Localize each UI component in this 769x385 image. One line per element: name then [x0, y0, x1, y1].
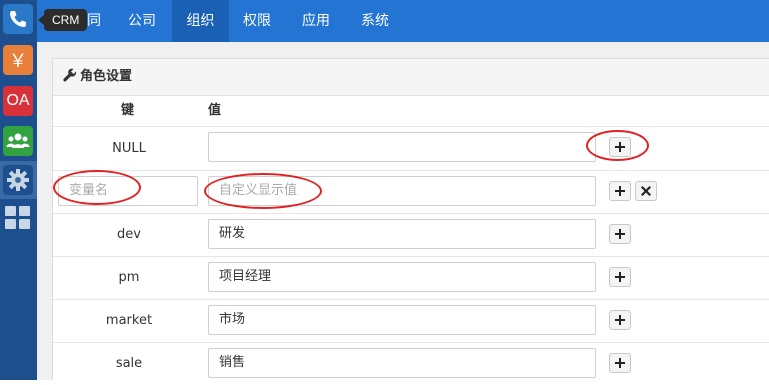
row-key: market: [105, 313, 153, 328]
nav-item-system[interactable]: 系统: [347, 0, 403, 42]
value-input[interactable]: 市场: [208, 305, 596, 335]
add-button[interactable]: [609, 353, 631, 373]
app-sidebar: ￥ OA: [0, 0, 37, 380]
row-key: pm: [118, 270, 140, 285]
table-header: 键 值: [53, 96, 769, 127]
table-row: sale 销售: [53, 343, 769, 385]
nav-item-apps[interactable]: 应用: [288, 0, 344, 42]
remove-button[interactable]: [635, 181, 657, 201]
apps-grid-icon[interactable]: [3, 203, 33, 233]
table-row: market 市场: [53, 300, 769, 343]
value-input[interactable]: 项目经理: [208, 262, 596, 292]
yen-icon[interactable]: ￥: [3, 45, 33, 75]
panel-title: 角色设置: [80, 69, 133, 84]
variable-name-input[interactable]: 变量名: [58, 176, 198, 206]
phone-icon[interactable]: [3, 4, 33, 34]
display-value-input[interactable]: 自定义显示值: [208, 176, 596, 206]
panel-header: 角色设置: [53, 59, 769, 96]
add-button[interactable]: [609, 137, 631, 157]
row-key: sale: [115, 356, 143, 371]
team-icon[interactable]: [3, 126, 33, 156]
value-input[interactable]: 销售: [208, 348, 596, 378]
value-input[interactable]: [208, 132, 596, 162]
table-row: dev 研发: [53, 214, 769, 257]
table-row: pm 项目经理: [53, 257, 769, 300]
table-row: NULL: [53, 127, 769, 171]
nav-item-organization[interactable]: 组织: [172, 0, 229, 42]
value-input[interactable]: 研发: [208, 219, 596, 249]
row-key: dev: [117, 227, 141, 242]
role-settings-panel: 角色设置 键 值 NULL 变量名 自定义显示值 dev 研发 pm 项目经理 …: [52, 58, 769, 380]
yen-glyph: ￥: [9, 51, 27, 72]
wrench-icon: [63, 61, 77, 82]
content-area: 角色设置 键 值 NULL 变量名 自定义显示值 dev 研发 pm 项目经理 …: [37, 42, 769, 380]
column-key: 键: [121, 103, 135, 118]
column-value: 值: [208, 103, 222, 118]
gear-icon[interactable]: [3, 165, 33, 195]
nav-item-company[interactable]: 公司: [115, 0, 169, 42]
new-entry-row: 变量名 自定义显示值: [53, 171, 769, 214]
nav-item-permissions[interactable]: 权限: [229, 0, 285, 42]
add-button[interactable]: [609, 224, 631, 244]
oa-glyph: OA: [6, 92, 30, 109]
add-button[interactable]: [609, 310, 631, 330]
add-button[interactable]: [609, 181, 631, 201]
crm-tooltip: CRM: [37, 9, 88, 31]
top-nav: 同 公司 组织 权限 应用 系统: [37, 0, 769, 42]
oa-icon[interactable]: OA: [3, 86, 33, 116]
add-button[interactable]: [609, 267, 631, 287]
row-key: NULL: [112, 141, 146, 156]
